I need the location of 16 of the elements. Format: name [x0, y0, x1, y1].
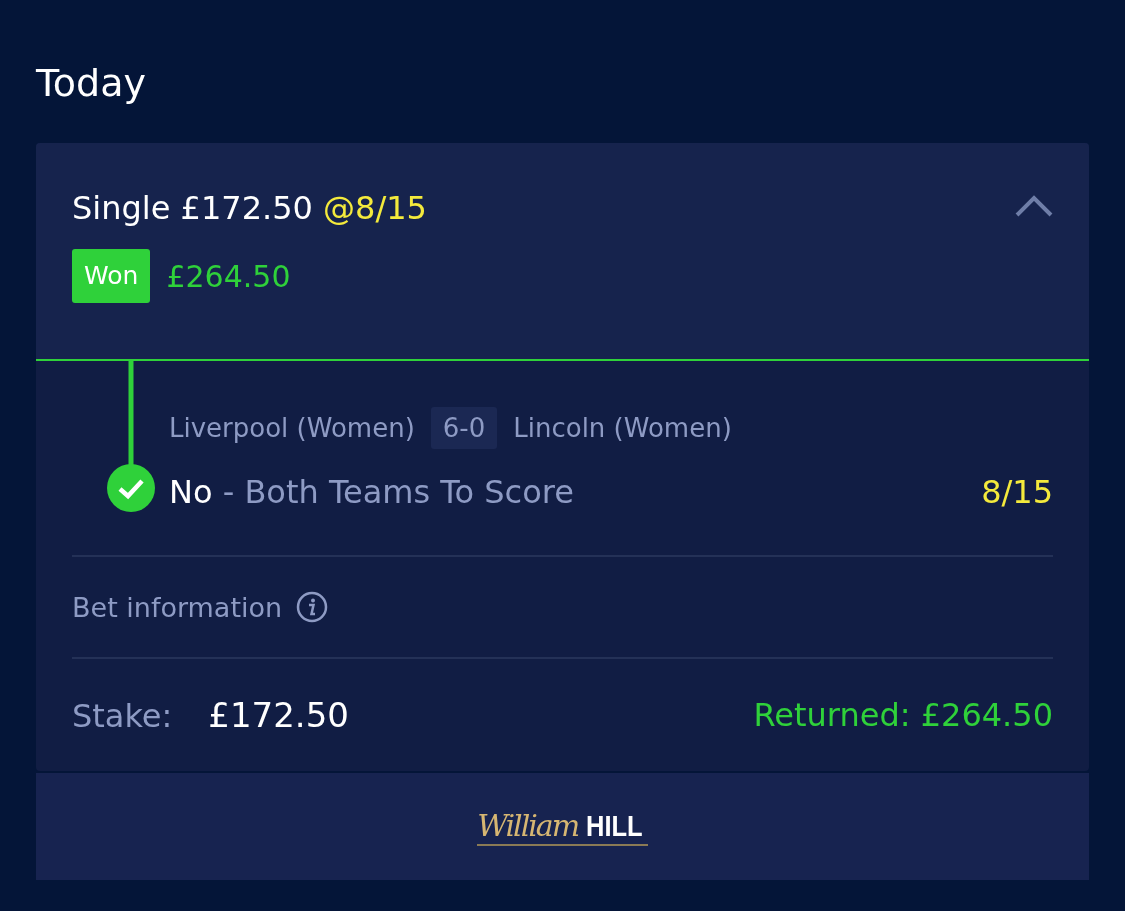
away-team: Lincoln (Women) [513, 413, 732, 443]
payout-amount: £264.50 [166, 258, 291, 294]
returned-amount: Returned: £264.50 [753, 696, 1053, 734]
bet-title: Single £172.50 @8/15 [72, 189, 427, 227]
home-team: Liverpool (Women) [169, 413, 415, 443]
match-score: 6-0 [430, 407, 498, 449]
collapse-chevron-icon[interactable] [1015, 195, 1053, 217]
selection-text: No - Both Teams To Score [169, 473, 574, 511]
bet-information-link[interactable]: Bet information [72, 591, 283, 623]
info-icon[interactable] [296, 591, 329, 623]
status-badge: Won [72, 249, 151, 303]
stake-value: £172.50 [208, 695, 349, 735]
stake-label: Stake: [72, 697, 173, 735]
section-title: Today [36, 60, 147, 107]
selection-odds: 8/15 [981, 473, 1053, 511]
brand-logo: William HILL [477, 807, 648, 846]
